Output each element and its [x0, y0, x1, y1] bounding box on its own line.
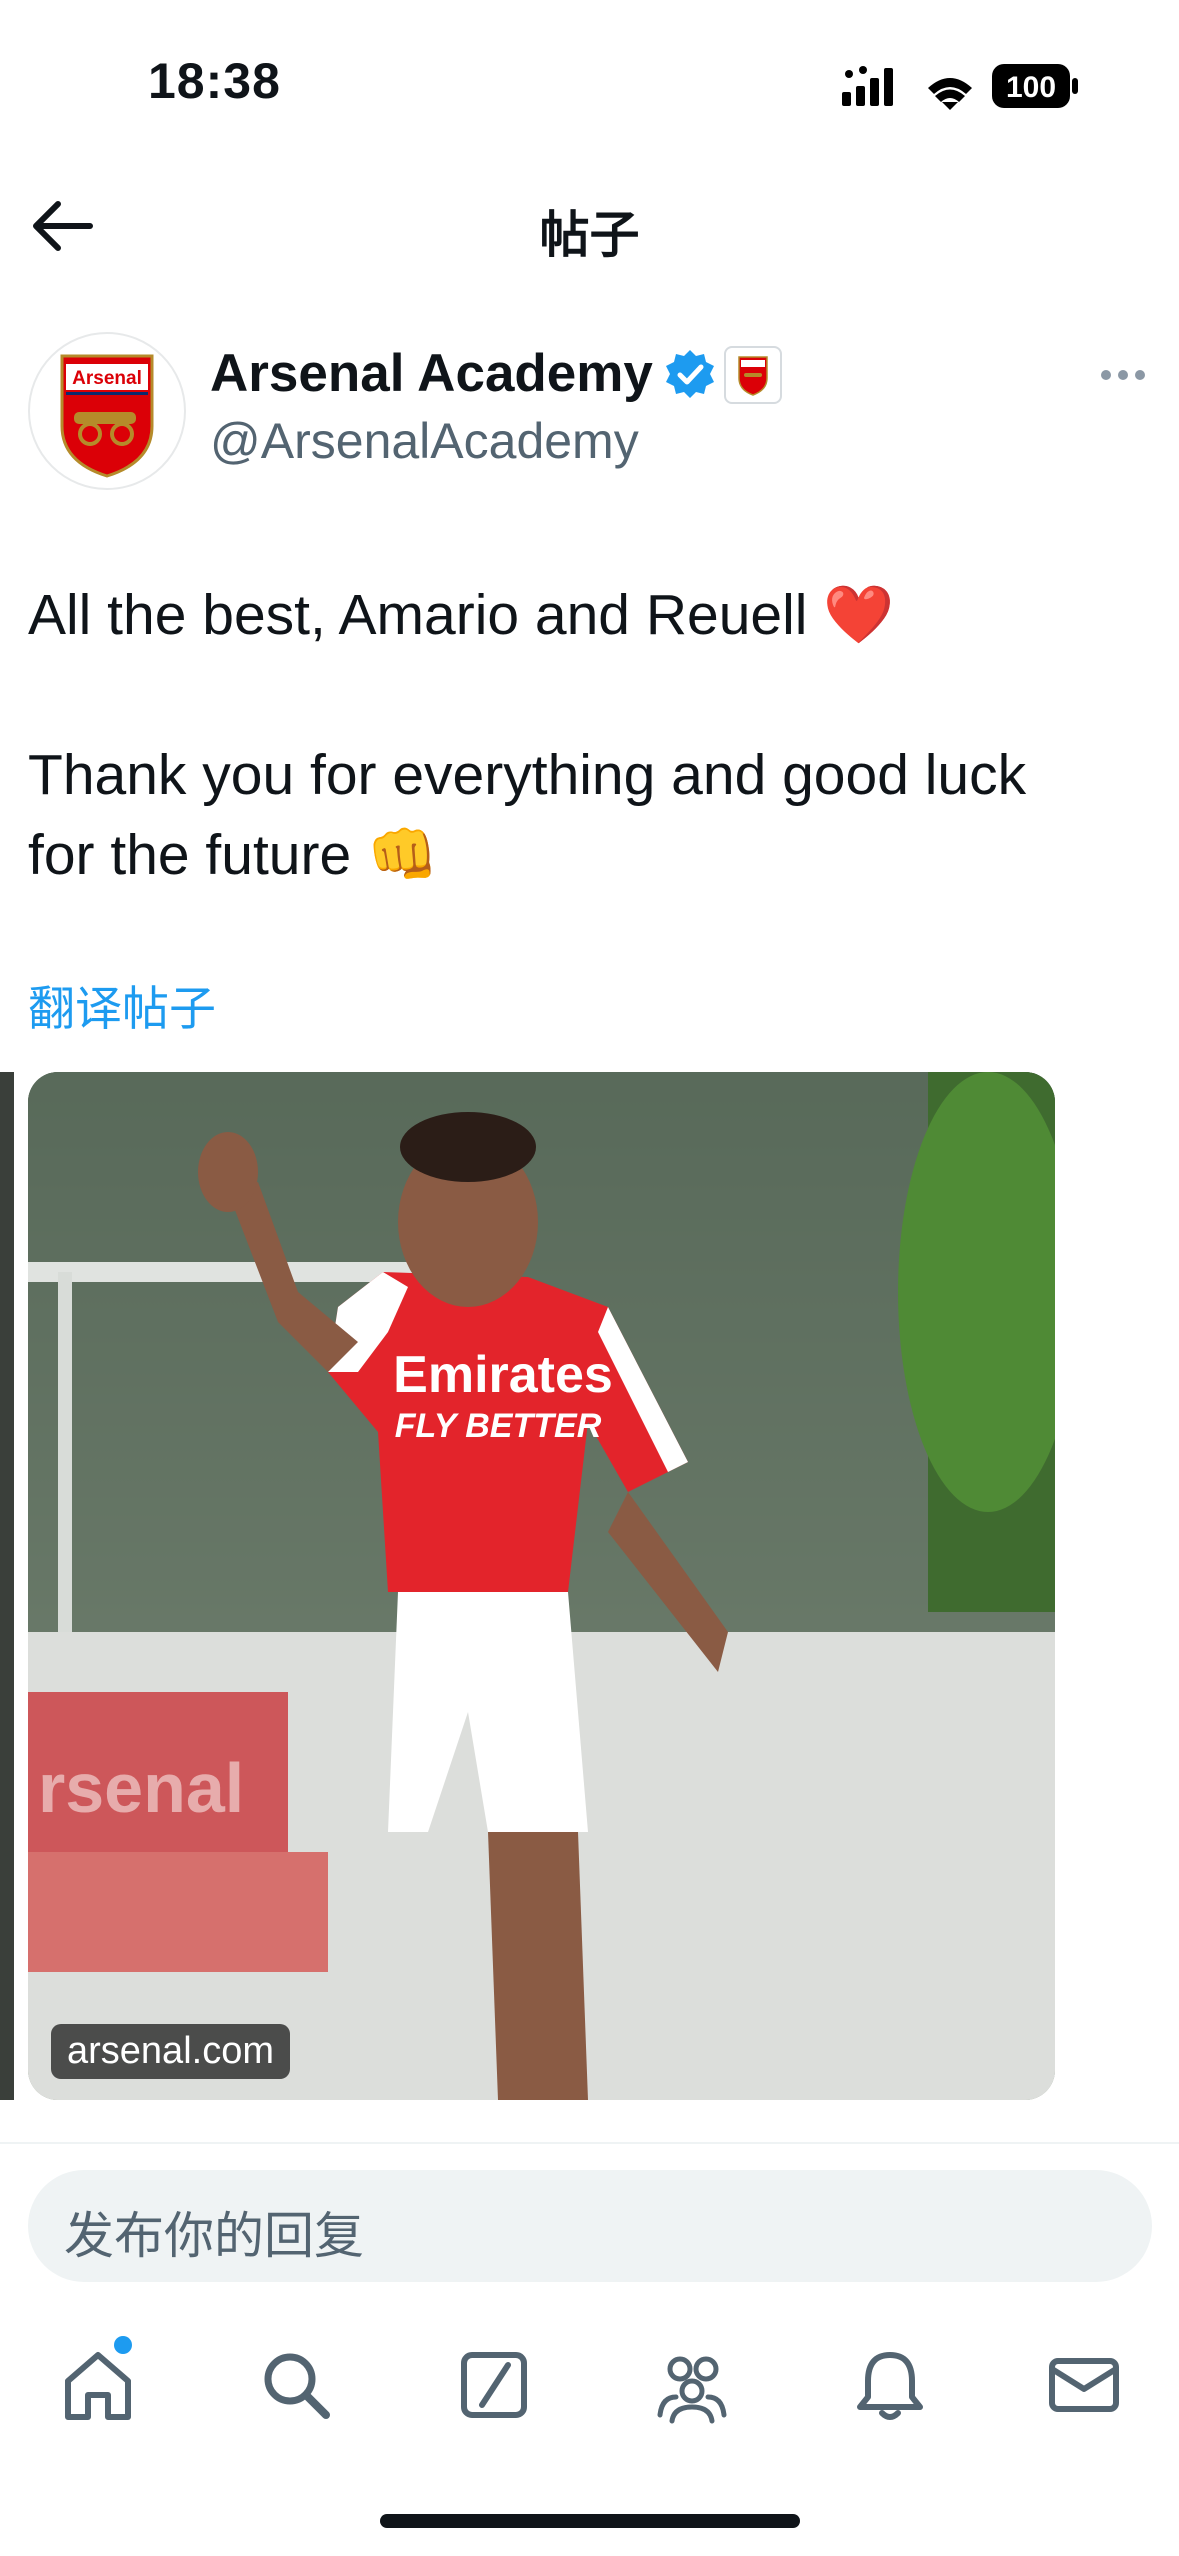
- affiliate-badge[interactable]: [724, 346, 782, 404]
- battery-icon: 100: [992, 64, 1078, 108]
- verified-badge-icon[interactable]: [664, 348, 716, 400]
- more-horizontal-icon[interactable]: [1098, 360, 1148, 390]
- shirt-sponsor-text: Emirates: [393, 1346, 613, 1404]
- media-source-label: arsenal.com: [51, 2024, 290, 2079]
- tweet-image[interactable]: rsenal Emirates FLY BETTER: [28, 1072, 1055, 2100]
- translate-post-link[interactable]: 翻译帖子: [28, 970, 216, 1039]
- arsenal-mini-crest-icon: [738, 356, 768, 396]
- messages-icon[interactable]: [1044, 2345, 1124, 2425]
- author-handle[interactable]: @ArsenalAcademy: [210, 412, 639, 470]
- search-icon[interactable]: [256, 2345, 336, 2425]
- reply-placeholder: 发布你的回复: [64, 2208, 364, 2264]
- battery-percent: 100: [1006, 71, 1056, 104]
- grok-icon[interactable]: [454, 2345, 534, 2425]
- shirt-sponsor-tagline: FLY BETTER: [395, 1407, 602, 1445]
- wifi-icon: [928, 78, 972, 110]
- page-title: 帖子: [539, 207, 640, 263]
- player-photo: rsenal Emirates FLY BETTER: [28, 1072, 1055, 2100]
- notifications-icon[interactable]: [850, 2345, 930, 2425]
- status-time: 18:38: [148, 53, 281, 109]
- communities-icon[interactable]: [652, 2345, 732, 2425]
- home-indicator: [380, 2514, 800, 2528]
- crest-text: Arsenal: [72, 368, 142, 389]
- divider: [0, 2142, 1179, 2144]
- bg-board-text: rsenal: [38, 1749, 244, 1827]
- home-icon[interactable]: [58, 2345, 138, 2425]
- previous-media-sliver[interactable]: [0, 1072, 14, 2100]
- avatar[interactable]: Arsenal: [28, 332, 186, 490]
- status-icons: 100: [842, 64, 1078, 110]
- author-name[interactable]: Arsenal Academy: [210, 343, 653, 404]
- cellular-signal-icon: [842, 66, 893, 106]
- home-new-dot: [114, 2336, 132, 2354]
- tweet-text: All the best, Amario and Reuell ❤️ Thank…: [28, 583, 1027, 887]
- arsenal-crest-icon: Arsenal: [60, 354, 154, 478]
